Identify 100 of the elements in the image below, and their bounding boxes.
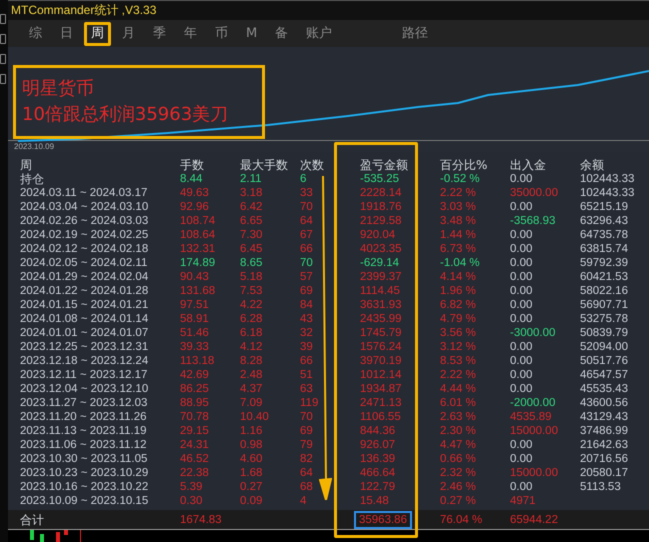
table-cell-text: 4.14 % [440, 270, 477, 284]
table-cell-text: 86.25 [180, 382, 210, 396]
table-cell-text: -0.52 % [440, 172, 481, 186]
table-cell-text: 0.09 [240, 494, 264, 508]
table-cell-text: 2.11 [240, 172, 263, 186]
table-cell-text: 0.27 % [440, 494, 477, 508]
table-cell-text: 70 [300, 410, 314, 424]
table-cell-text: 56907.71 [580, 298, 629, 312]
table-cell-text: 3970.19 [360, 354, 403, 368]
table-cell-text: 2024.03.04 ~ 2024.03.10 [20, 200, 150, 214]
table-cell-text: 4.60 [240, 452, 264, 466]
table-cell-text: 1576.24 [360, 340, 403, 354]
table-cell-text: 0.00 [510, 354, 534, 368]
table-cell-text: 65215.19 [580, 200, 629, 214]
table-cell-text: 2129.58 [360, 214, 403, 228]
table-cell-text: 0.00 [510, 312, 534, 326]
annotation-text: 10倍跟总利润35963美刀 [22, 103, 230, 128]
table-cell-text: 6.82 % [440, 298, 477, 312]
table-cell-text: 1.44 % [440, 228, 477, 242]
tab[interactable]: 路径 [395, 22, 436, 46]
table-cell-text: 50517.76 [580, 354, 629, 368]
table-cell-text: 2024.01.01 ~ 2024.01.07 [20, 326, 150, 340]
table-cell-text: 63815.74 [580, 242, 629, 256]
table-cell-text: 7.53 [240, 284, 264, 298]
tab[interactable]: M [239, 22, 264, 46]
table-cell-text: 2023.11.06 ~ 2023.11.12 [20, 438, 148, 452]
table-cell-text: 6.73 % [440, 242, 477, 256]
table-cell-text: 108.64 [180, 228, 216, 242]
table-cell-text: 5.39 [180, 480, 204, 494]
column-header: 出入金 [510, 158, 547, 172]
tab[interactable]: 币 [208, 22, 235, 46]
table-cell-text: 0.00 [510, 382, 534, 396]
table-cell-text: 4.37 [240, 382, 264, 396]
table-cell-text: 2024.03.11 ~ 2024.03.17 [20, 186, 148, 200]
table-cell-text: 2.30 % [440, 424, 477, 438]
table-cell-text: -3000.00 [510, 326, 556, 340]
table-cell-text: 4.79 % [440, 312, 477, 326]
table-cell-text: 8.53 % [440, 354, 477, 368]
table-cell-text: 22.38 [180, 466, 210, 480]
tab[interactable]: 综 [22, 22, 49, 46]
table-cell-text: 2023.12.18 ~ 2023.12.24 [20, 354, 150, 368]
tab[interactable]: 账户 [299, 22, 340, 46]
table-cell-text: -3568.93 [510, 214, 556, 228]
table-cell-text: 119 [300, 396, 320, 410]
table-cell-text: 0.00 [510, 452, 534, 466]
table-cell-text: 0.00 [510, 480, 534, 494]
table-cell-text: 7.30 [240, 228, 264, 242]
table-cell-text: 6 [300, 172, 308, 186]
table-cell-text: 2435.99 [360, 312, 403, 326]
tab[interactable]: 季 [146, 22, 173, 46]
table-cell-text: 58.91 [180, 312, 210, 326]
table-cell-text: 66 [300, 242, 314, 256]
table-cell-text: 49.63 [180, 186, 210, 200]
table-cell-text: 3.18 [240, 186, 264, 200]
table-cell-text: 63 [300, 382, 314, 396]
table-cell-text: 70.78 [180, 410, 210, 424]
table-cell-text: 10.40 [240, 410, 270, 424]
table-cell-text: 2023.10.30 ~ 2023.11.05 [20, 452, 148, 466]
table-cell-text: 6.45 [240, 242, 264, 256]
table-cell-text: 2023.11.13 ~ 2023.11.19 [20, 424, 148, 438]
table-cell-text: 70 [300, 200, 314, 214]
table-cell-text: 2228.14 [360, 186, 403, 200]
table-cell-text: 88.95 [180, 396, 210, 410]
table-cell-text: 2.46 % [440, 480, 477, 494]
table-cell-text: 90.43 [180, 270, 210, 284]
table-cell-text: 70 [300, 256, 314, 270]
table-cell-text: 46.52 [180, 452, 210, 466]
table-cell-text: 64 [300, 214, 314, 228]
table-cell-text: -2000.00 [510, 396, 556, 410]
table-cell-text: 97.51 [180, 298, 210, 312]
table-cell-text: 1012.14 [360, 368, 403, 382]
tab[interactable]: 年 [177, 22, 204, 46]
tab[interactable]: 日 [53, 22, 80, 46]
table-cell-text: 2.22 % [440, 186, 477, 200]
table-cell-text: 2023.11.20 ~ 2023.11.26 [20, 410, 148, 424]
table-cell-text: 2024.02.19 ~ 2024.02.25 [20, 228, 150, 242]
table-cell-text: 136.39 [360, 452, 396, 466]
table-cell-text: 4.47 % [440, 438, 477, 452]
table-cell-text: 4535.89 [510, 410, 553, 424]
table-cell-text: 2023.10.23 ~ 2023.10.29 [20, 466, 150, 480]
table-cell-text: 0.00 [510, 270, 534, 284]
table-cell-text: 66 [300, 354, 314, 368]
table-cell-text: 4 [300, 494, 308, 508]
tab[interactable]: 备 [268, 22, 296, 46]
table-cell-text: 7.09 [240, 396, 264, 410]
table-cell-text: 1.96 % [440, 284, 477, 298]
tab[interactable]: 月 [115, 22, 142, 46]
table-cell-text: 8.28 [240, 354, 264, 368]
table-cell-text: 64 [300, 466, 314, 480]
table-cell-text: 84 [300, 298, 314, 312]
table-cell-text: 6.01 % [440, 396, 477, 410]
table-cell-text: 108.74 [180, 214, 216, 228]
table-cell-text: 0.30 [180, 494, 204, 508]
table-cell-text: 59792.39 [580, 256, 629, 270]
table-cell-text: 2399.37 [360, 270, 403, 284]
table-cell-text: 15000.00 [510, 424, 559, 438]
table-cell-text: 2024.02.26 ~ 2024.03.03 [20, 214, 150, 228]
table-cell-text: 24.31 [180, 438, 210, 452]
table-cell-text: 50839.79 [580, 326, 629, 340]
table-cell-text: 2023.12.11 ~ 2023.12.17 [20, 368, 148, 382]
